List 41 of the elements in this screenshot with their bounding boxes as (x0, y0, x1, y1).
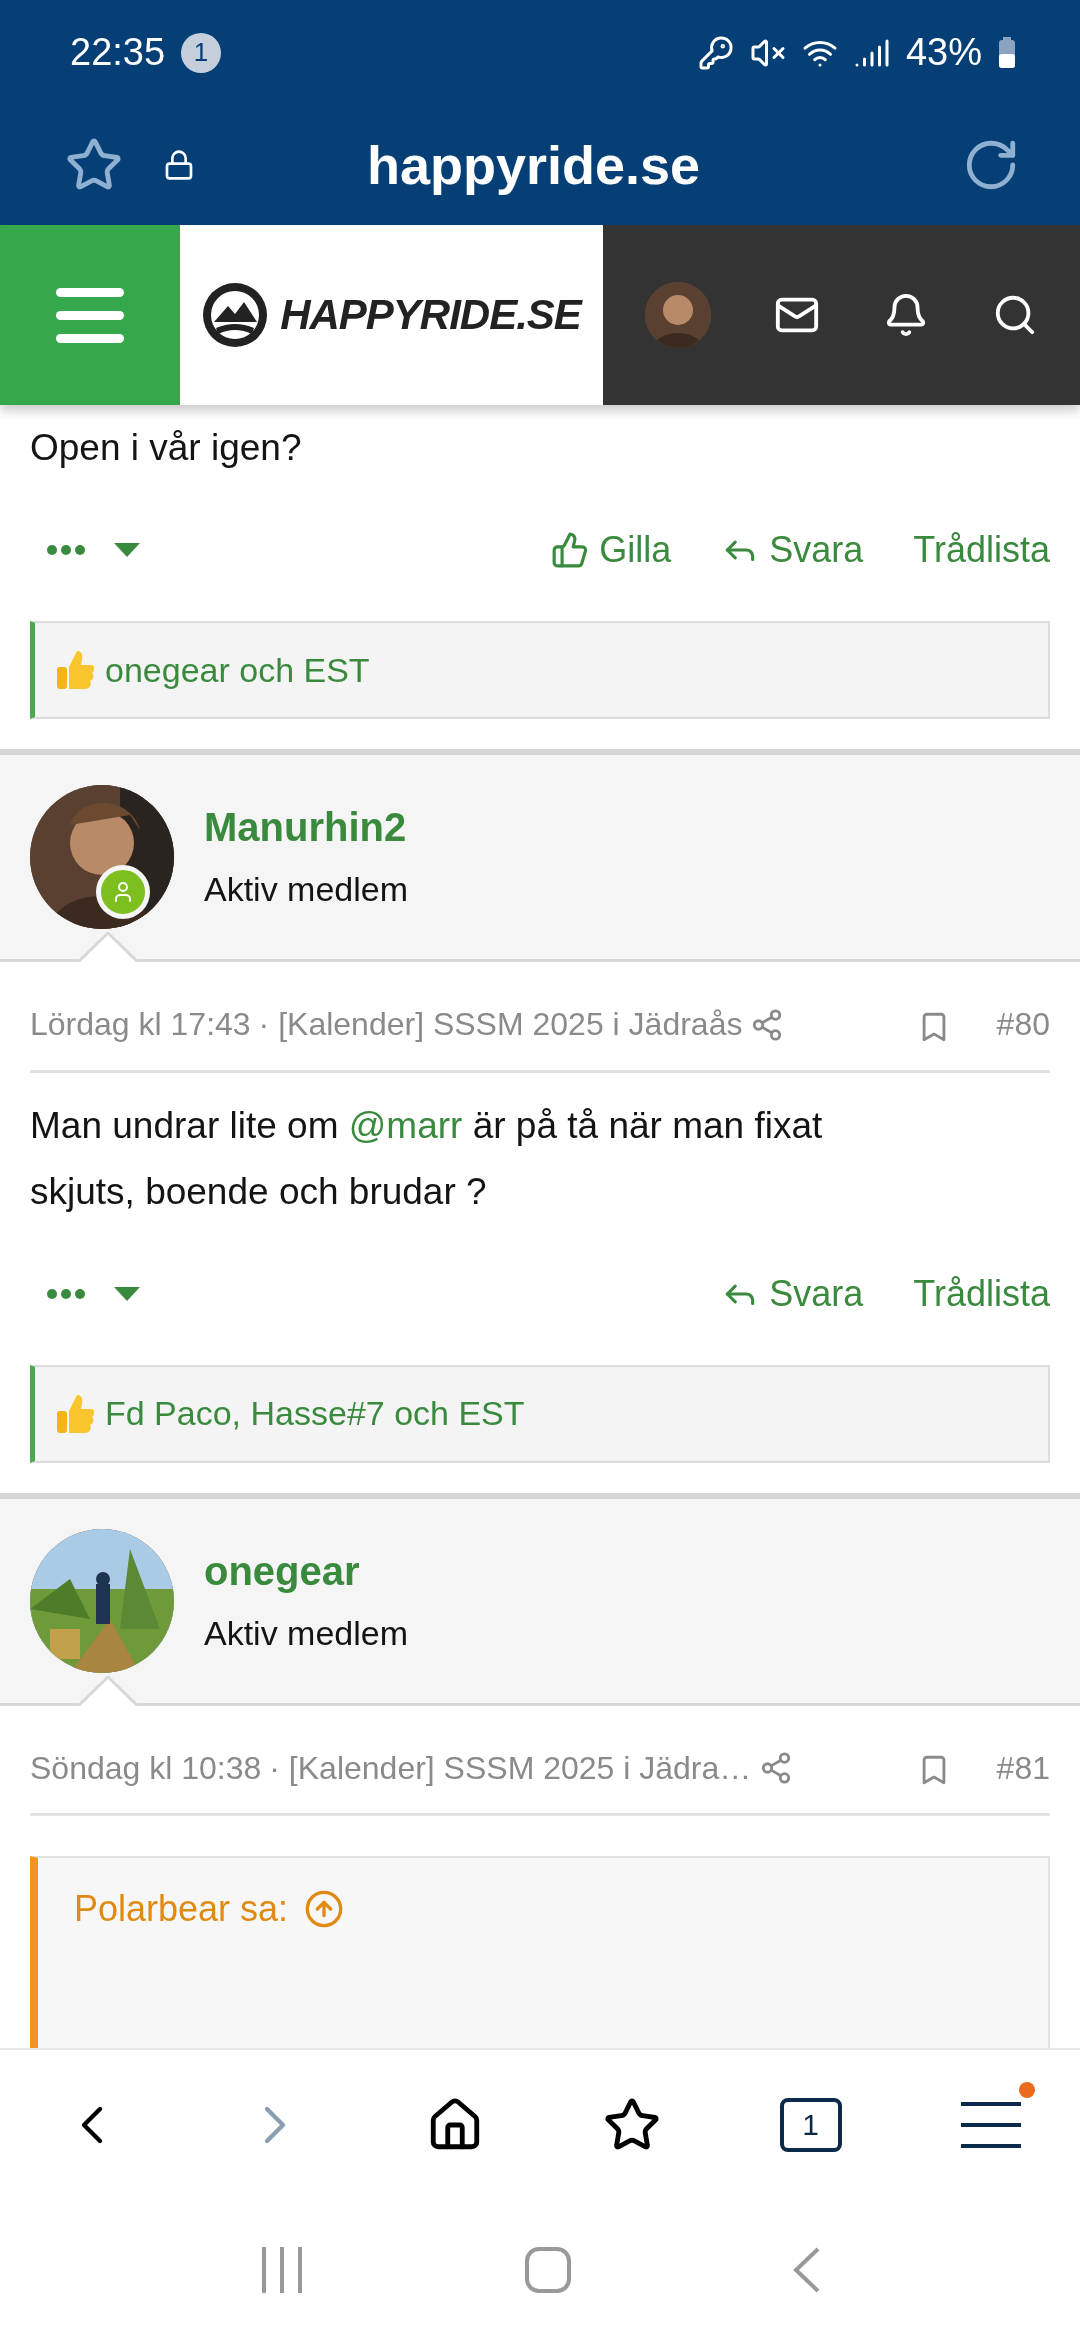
reaction-list[interactable]: Fd Paco, Hasse#7 och EST (105, 1394, 525, 1434)
thread-title[interactable]: · [Kalender] SSSM 2025 i Jädra… (269, 1749, 752, 1787)
jump-to-quote-icon[interactable] (304, 1889, 345, 1930)
post-text: Open i vår igen? (29, 426, 303, 470)
reply-button[interactable]: Svara (721, 1272, 864, 1315)
caret-icon (114, 543, 140, 557)
key-icon (697, 34, 734, 71)
post-date[interactable]: Lördag kl 17:43 (30, 1006, 251, 1044)
quote-author[interactable]: Polarbear sa: (74, 1888, 289, 1931)
lock-icon (163, 149, 195, 181)
battery-icon (998, 36, 1016, 69)
recent-apps-icon[interactable] (260, 2247, 305, 2293)
like-button[interactable]: Gilla (551, 529, 672, 571)
post-date[interactable]: Söndag kl 10:38 (30, 1749, 262, 1787)
member-role: Aktiv medlem (204, 870, 409, 909)
mention-link[interactable]: @marr (348, 1104, 463, 1146)
thread-title[interactable]: · [Kalender] SSSM 2025 i Jädraås (258, 1006, 743, 1044)
menu-button[interactable] (0, 225, 180, 405)
thumbs-up-icon (55, 1392, 95, 1435)
home-nav-icon[interactable] (525, 2247, 571, 2293)
reaction-list[interactable]: onegear och EST (105, 650, 370, 690)
thumbs-up-icon (551, 531, 590, 569)
url-domain[interactable]: happyride.se (235, 134, 832, 196)
post-number[interactable]: #81 (996, 1749, 1050, 1786)
thread-list-button[interactable]: Trådlista (913, 529, 1050, 571)
thread-list-button[interactable]: Trådlista (913, 1272, 1050, 1315)
clock-time: 22:35 (70, 31, 166, 74)
site-logo-text[interactable]: HAPPYRIDE.SE (280, 291, 581, 339)
back-nav-icon[interactable] (791, 2247, 820, 2293)
battery-percent: 43% (905, 31, 982, 74)
caret-icon (114, 1286, 140, 1301)
reply-button[interactable]: Svara (721, 529, 864, 571)
logo-icon (202, 282, 269, 348)
tabs-button[interactable]: 1 (779, 2098, 842, 2152)
member-role: Aktiv medlem (204, 1613, 409, 1653)
notification-count: 1 (181, 32, 222, 73)
thumbs-up-icon (55, 649, 95, 691)
post-number[interactable]: #80 (996, 1006, 1050, 1042)
author-name[interactable]: Manurhin2 (204, 805, 409, 850)
post-text: Man undrar lite om @marr är på tå när man fixat skjuts, boende och brudar ? (29, 1103, 824, 1214)
author-name[interactable]: onegear (204, 1548, 409, 1594)
